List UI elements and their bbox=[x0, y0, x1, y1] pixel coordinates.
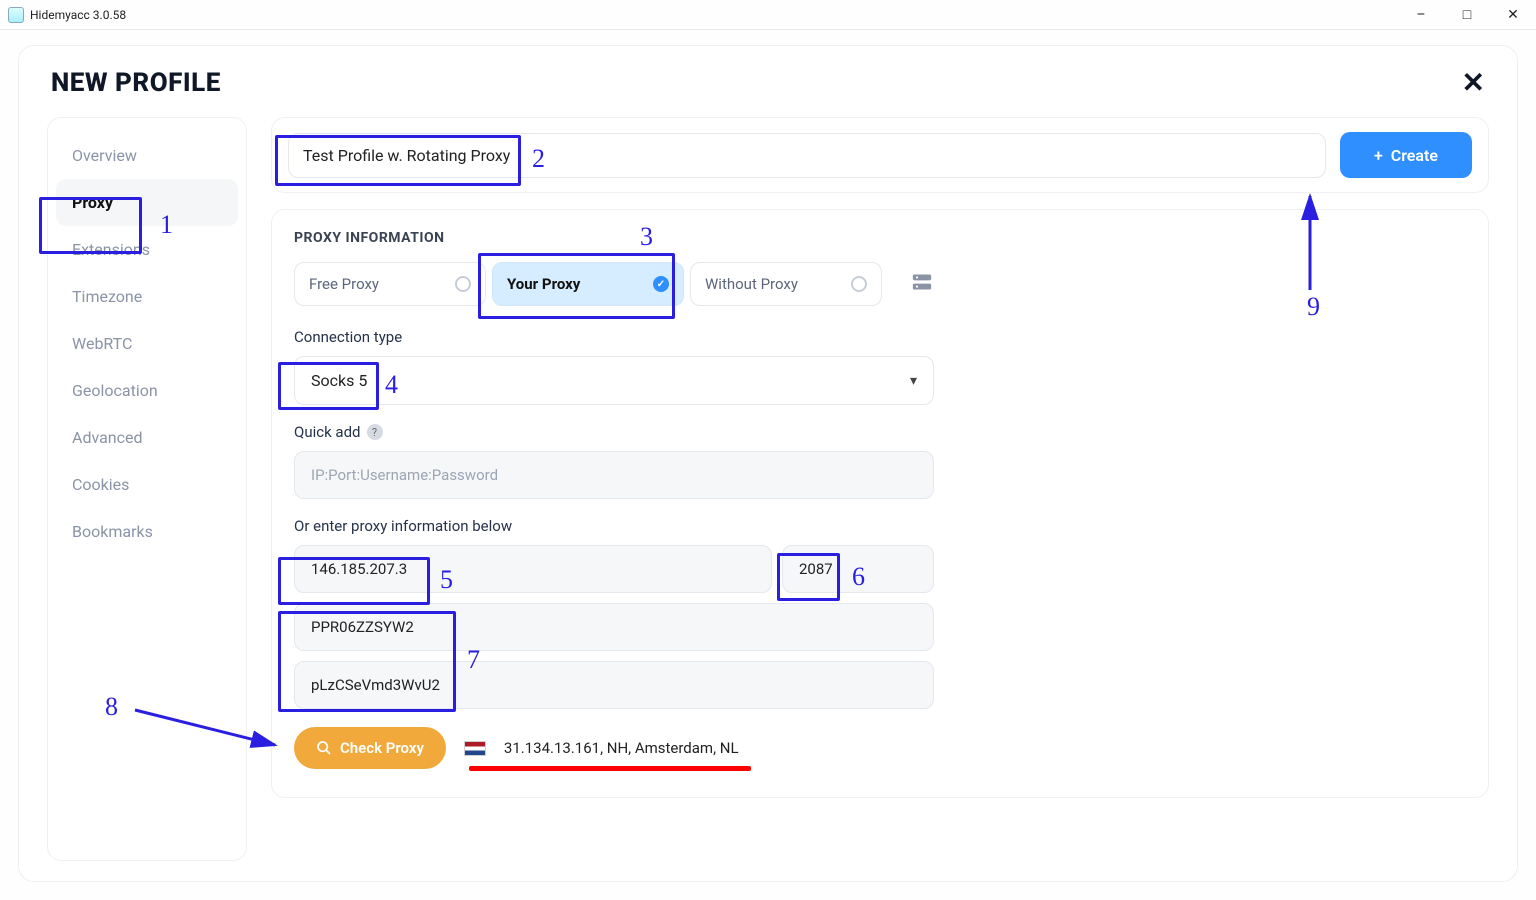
help-icon[interactable]: ? bbox=[367, 424, 383, 440]
proxy-card: PROXY INFORMATION Free Proxy Your Proxy … bbox=[271, 209, 1489, 798]
sidebar-item-label: Bookmarks bbox=[72, 522, 153, 541]
window-minimize-button[interactable]: – bbox=[1398, 0, 1444, 30]
sidebar-item-label: Geolocation bbox=[72, 381, 158, 400]
magnifier-reload-icon bbox=[316, 740, 332, 756]
flag-nl-icon bbox=[464, 741, 486, 756]
proxy-ip-input[interactable] bbox=[294, 545, 772, 593]
quickadd-label: Quick add ? bbox=[294, 423, 1466, 441]
window-maximize-button[interactable]: □ bbox=[1444, 0, 1490, 30]
proxy-section-heading: PROXY INFORMATION bbox=[294, 230, 1466, 246]
profile-name-card: + Create bbox=[271, 117, 1489, 193]
sidebar-item-bookmarks[interactable]: Bookmarks bbox=[56, 508, 238, 555]
page-title: NEW PROFILE bbox=[51, 68, 221, 98]
sidebar-item-label: Advanced bbox=[72, 428, 143, 447]
proxy-list-icon[interactable] bbox=[912, 273, 932, 296]
sidebar-item-cookies[interactable]: Cookies bbox=[56, 461, 238, 508]
app-icon bbox=[8, 7, 24, 23]
sidebar-item-label: Cookies bbox=[72, 475, 129, 494]
radio-icon bbox=[851, 276, 867, 292]
sidebar-item-advanced[interactable]: Advanced bbox=[56, 414, 238, 461]
app-card: NEW PROFILE ✕ Overview Proxy Extensions … bbox=[18, 45, 1518, 882]
enter-below-label: Or enter proxy information below bbox=[294, 517, 1466, 535]
quickadd-label-text: Quick add bbox=[294, 423, 361, 441]
sidebar-item-extensions[interactable]: Extensions bbox=[56, 226, 238, 273]
enter-below-label-text: Or enter proxy information below bbox=[294, 517, 512, 535]
sidebar-item-geolocation[interactable]: Geolocation bbox=[56, 367, 238, 414]
sidebar-item-label: Overview bbox=[72, 146, 137, 165]
connection-type-label: Connection type bbox=[294, 328, 1466, 346]
close-panel-button[interactable]: ✕ bbox=[1462, 66, 1485, 99]
plus-icon: + bbox=[1374, 146, 1383, 165]
proxy-choice-your[interactable]: Your Proxy ✓ bbox=[492, 262, 684, 306]
window-titlebar: Hidemyacc 3.0.58 – □ ✕ bbox=[0, 0, 1536, 30]
profile-name-input[interactable] bbox=[288, 133, 1326, 178]
sidebar-item-proxy[interactable]: Proxy bbox=[56, 179, 238, 226]
sidebar-item-webrtc[interactable]: WebRTC bbox=[56, 320, 238, 367]
create-button-label: Create bbox=[1391, 146, 1438, 165]
proxy-username-input[interactable] bbox=[294, 603, 934, 651]
connection-type-select[interactable]: Socks 5 ▾ bbox=[294, 356, 934, 405]
proxy-check-result: 31.134.13.161, NH, Amsterdam, NL bbox=[504, 739, 739, 757]
proxy-password-input[interactable] bbox=[294, 661, 934, 709]
connection-type-label-text: Connection type bbox=[294, 328, 402, 346]
sidebar-item-label: Extensions bbox=[72, 240, 150, 259]
proxy-choice-label: Without Proxy bbox=[705, 275, 798, 293]
check-proxy-label: Check Proxy bbox=[340, 739, 424, 757]
proxy-choice-without[interactable]: Without Proxy bbox=[690, 262, 882, 306]
settings-sidebar: Overview Proxy Extensions Timezone WebRT… bbox=[47, 117, 247, 861]
chevron-down-icon: ▾ bbox=[910, 373, 917, 389]
radio-selected-icon: ✓ bbox=[653, 276, 669, 292]
proxy-choice-row: Free Proxy Your Proxy ✓ Without Proxy bbox=[294, 262, 1466, 306]
proxy-port-input[interactable] bbox=[782, 545, 934, 593]
proxy-choice-label: Your Proxy bbox=[507, 275, 580, 293]
sidebar-item-timezone[interactable]: Timezone bbox=[56, 273, 238, 320]
create-button[interactable]: + Create bbox=[1340, 132, 1472, 178]
connection-type-value: Socks 5 bbox=[311, 371, 367, 390]
window-title: Hidemyacc 3.0.58 bbox=[30, 8, 126, 22]
window-close-button[interactable]: ✕ bbox=[1490, 0, 1536, 30]
sidebar-item-label: Timezone bbox=[72, 287, 142, 306]
check-proxy-button[interactable]: Check Proxy bbox=[294, 727, 446, 769]
sidebar-item-label: Proxy bbox=[72, 193, 113, 212]
sidebar-item-overview[interactable]: Overview bbox=[56, 132, 238, 179]
quickadd-input[interactable] bbox=[294, 451, 934, 499]
proxy-choice-free[interactable]: Free Proxy bbox=[294, 262, 486, 306]
sidebar-item-label: WebRTC bbox=[72, 334, 132, 353]
proxy-choice-label: Free Proxy bbox=[309, 275, 379, 293]
radio-icon bbox=[455, 276, 471, 292]
